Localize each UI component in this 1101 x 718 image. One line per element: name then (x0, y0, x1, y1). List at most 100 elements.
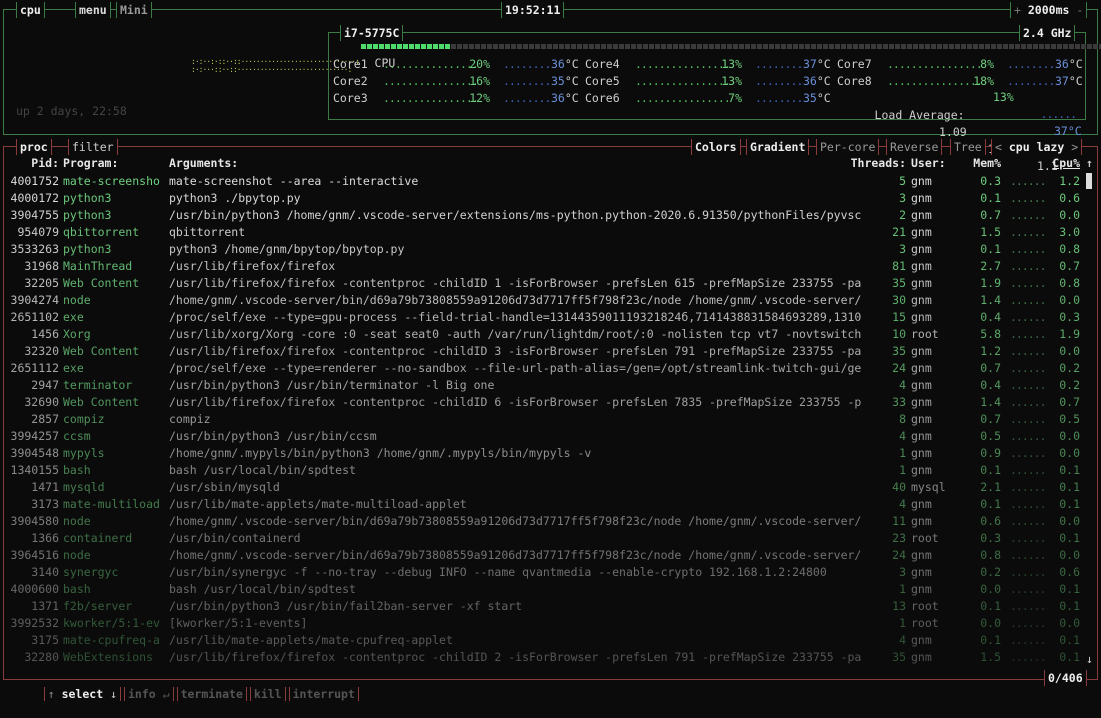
header-mem[interactable]: Mem% (964, 155, 1001, 172)
core-temp-graph: ........ (755, 57, 803, 71)
kill-button[interactable]: kill (249, 687, 286, 701)
interval-minus-button[interactable]: - (1076, 3, 1083, 17)
process-row[interactable]: 32690 Web Content/usr/lib/firefox/firefox… (4, 394, 1097, 411)
terminate-button[interactable]: terminate (176, 687, 247, 701)
process-row[interactable]: 3904755 python3/usr/bin/python3 /home/gnm… (4, 207, 1097, 224)
cpu-bar-cell (661, 44, 666, 49)
cpu-bar-cell (781, 44, 786, 49)
tab-menu[interactable]: menu (75, 2, 111, 18)
process-row[interactable]: 3175 mate-cpufreq-a/usr/lib/mate-applets/… (4, 632, 1097, 649)
header-threads[interactable]: Threads: (847, 155, 906, 172)
info-button[interactable]: info ↵ (124, 687, 174, 701)
core-temp: 35 (551, 74, 565, 88)
process-mem: 0.8 (980, 548, 1001, 562)
select-down-icon[interactable]: ↓ (110, 687, 117, 701)
core-label: Core6 (585, 91, 620, 105)
core-temp-unit: °C (816, 74, 831, 88)
scrollbar-thumb[interactable] (1086, 173, 1092, 189)
process-row[interactable]: 31968 MainThread/usr/lib/firefox/firefox 8… (4, 258, 1097, 275)
header-arguments[interactable]: Arguments: (169, 155, 871, 172)
scroll-up-icon[interactable]: ↑ (1086, 155, 1093, 172)
process-row[interactable]: 1471 mysqld/usr/sbin/mysqld 40 mysql 2.1....… (4, 479, 1097, 496)
process-row[interactable]: 2651102 exe/proc/self/exe --type=gpu-proc… (4, 309, 1097, 326)
select-up-icon[interactable]: ↑ (48, 687, 55, 701)
process-row[interactable]: 4000600 bash bash /usr/local/bin/spdtest 1 g… (4, 581, 1097, 598)
cpu-bar-cell (547, 44, 552, 49)
process-cpu: 3.0 (1059, 225, 1080, 239)
process-user: gnm (911, 650, 932, 664)
core-row: Core8................ 18%........ 37°C (837, 73, 1083, 90)
process-row[interactable]: 4000172 python3 python3 ./bpytop.py 3 gnm 0.1… (4, 190, 1097, 207)
process-row[interactable]: 4001752 mate-screensho mate-screenshot --a… (4, 173, 1097, 190)
sort-selector[interactable]: < cpu lazy > (991, 139, 1083, 155)
process-program: Web Content (63, 276, 140, 290)
process-row[interactable]: 3904580 node/home/gnm/.vscode-server/bin/… (4, 513, 1097, 530)
process-threads: 11 (892, 514, 906, 528)
process-user: gnm (911, 174, 932, 188)
cpu-bar-cell (961, 44, 966, 49)
header-pid[interactable]: Pid: (4, 155, 59, 172)
process-row[interactable]: 3994257 ccsm/usr/bin/python3 /usr/bin/ccs… (4, 428, 1097, 445)
cpu-bar-cell (811, 44, 816, 49)
process-row[interactable]: 3992532 kworker/5:1-ev [kworker/5:1-events… (4, 615, 1097, 632)
header-cpu[interactable]: Cpu% (1044, 155, 1080, 172)
process-row[interactable]: 1340155 bash bash /usr/local/bin/spdtest 1 g… (4, 462, 1097, 479)
process-pid: 3533263 (10, 242, 59, 256)
process-row[interactable]: 1371 f2b/server/usr/bin/python3 /usr/bin/… (4, 598, 1097, 615)
process-row[interactable]: 3904548 mypyls/home/gnm/.mypyls/bin/pytho… (4, 445, 1097, 462)
option-tree[interactable]: Tree (950, 139, 986, 155)
process-cpu: 0.8 (1059, 276, 1080, 290)
tab-cpu[interactable]: cpu (16, 2, 45, 18)
process-row[interactable]: 954079 qbittorrent qbittorrent 21 gnm 1.5....… (4, 224, 1097, 241)
core-temp-unit: °C (564, 91, 579, 105)
tab-proc[interactable]: proc (16, 139, 52, 155)
cpu-bar-cell (463, 44, 468, 49)
process-program: MainThread (63, 259, 133, 273)
filter-button[interactable]: filter (68, 139, 118, 155)
process-row[interactable]: 3904274 node/home/gnm/.vscode-server/bin/… (4, 292, 1097, 309)
cpu-bar-cell (565, 44, 570, 49)
option-per-core-label: Per-core (820, 140, 876, 154)
process-row[interactable]: 3533263 python3 python3 /home/gnm/bpytop/b… (4, 241, 1097, 258)
process-row[interactable]: 2651112 exe/proc/self/exe --type=renderer… (4, 360, 1097, 377)
cpu-bar-cell (745, 44, 750, 49)
process-row[interactable]: 32205 Web Content/usr/lib/firefox/firefox… (4, 275, 1097, 292)
process-args: /proc/self/exe --type=renderer --no-sand… (169, 361, 862, 375)
process-mem: 0.9 (980, 446, 1001, 460)
process-row[interactable]: 1456 Xorg/usr/lib/xorg/Xorg -core :0 -sea… (4, 326, 1097, 343)
process-args: /usr/bin/python3 /home/gnm/.vscode-serve… (169, 208, 862, 222)
process-row[interactable]: 32320 Web Content/usr/lib/firefox/firefox… (4, 343, 1097, 360)
process-args: /usr/bin/synergyc -f --no-tray --debug I… (169, 565, 827, 579)
tab-mini[interactable]: Mini (116, 2, 152, 18)
process-pid: 1366 (31, 531, 59, 545)
sort-prev-button[interactable]: < (995, 140, 1002, 154)
interval-control[interactable]: + 2000ms - (1010, 2, 1088, 18)
cpu-bar-cell (667, 44, 672, 49)
process-args: /proc/self/exe --type=gpu-process --fiel… (169, 310, 862, 324)
core-label: Core7 (837, 57, 872, 71)
process-row[interactable]: 3964516 node/home/gnm/.vscode-server/bin/… (4, 547, 1097, 564)
option-colors[interactable]: Colors (691, 139, 741, 155)
process-row[interactable]: 3173 mate-multiload/usr/lib/mate-applets/… (4, 496, 1097, 513)
process-cpu: 0.0 (1059, 429, 1080, 443)
option-per-core[interactable]: Per-core (816, 139, 880, 155)
header-user[interactable]: User: (911, 155, 961, 172)
process-program: exe (63, 310, 84, 324)
process-row[interactable]: 1366 containerd/usr/bin/containerd 23 root 0… (4, 530, 1097, 547)
interrupt-button[interactable]: interrupt (288, 687, 359, 701)
process-row[interactable]: 2947 terminator/usr/bin/python3 /usr/bin/… (4, 377, 1097, 394)
process-row[interactable]: 32280 WebExtensions/usr/lib/firefox/firef… (4, 649, 1097, 666)
interval-plus-button[interactable]: + (1014, 3, 1021, 17)
process-row[interactable]: 2857 compiz compiz 8 gnm 0.7...... 0.5 (4, 411, 1097, 428)
uptime-text: up 2 days, 22:58 (16, 104, 127, 118)
cpu-bar-cell (373, 44, 378, 49)
process-args: /home/gnm/.vscode-server/bin/d69a79b7380… (169, 514, 862, 528)
select-control[interactable]: ↑ select ↓ (43, 687, 121, 701)
sort-next-button[interactable]: > (1071, 140, 1078, 154)
option-reverse[interactable]: Reverse (886, 139, 943, 155)
header-program[interactable]: Program: (63, 155, 165, 172)
option-gradient[interactable]: Gradient (746, 139, 810, 155)
process-mem: 0.7 (980, 412, 1001, 426)
process-row[interactable]: 3140 synergyc/usr/bin/synergyc -f --no-tr… (4, 564, 1097, 581)
scroll-down-icon[interactable]: ↓ (1086, 652, 1093, 666)
